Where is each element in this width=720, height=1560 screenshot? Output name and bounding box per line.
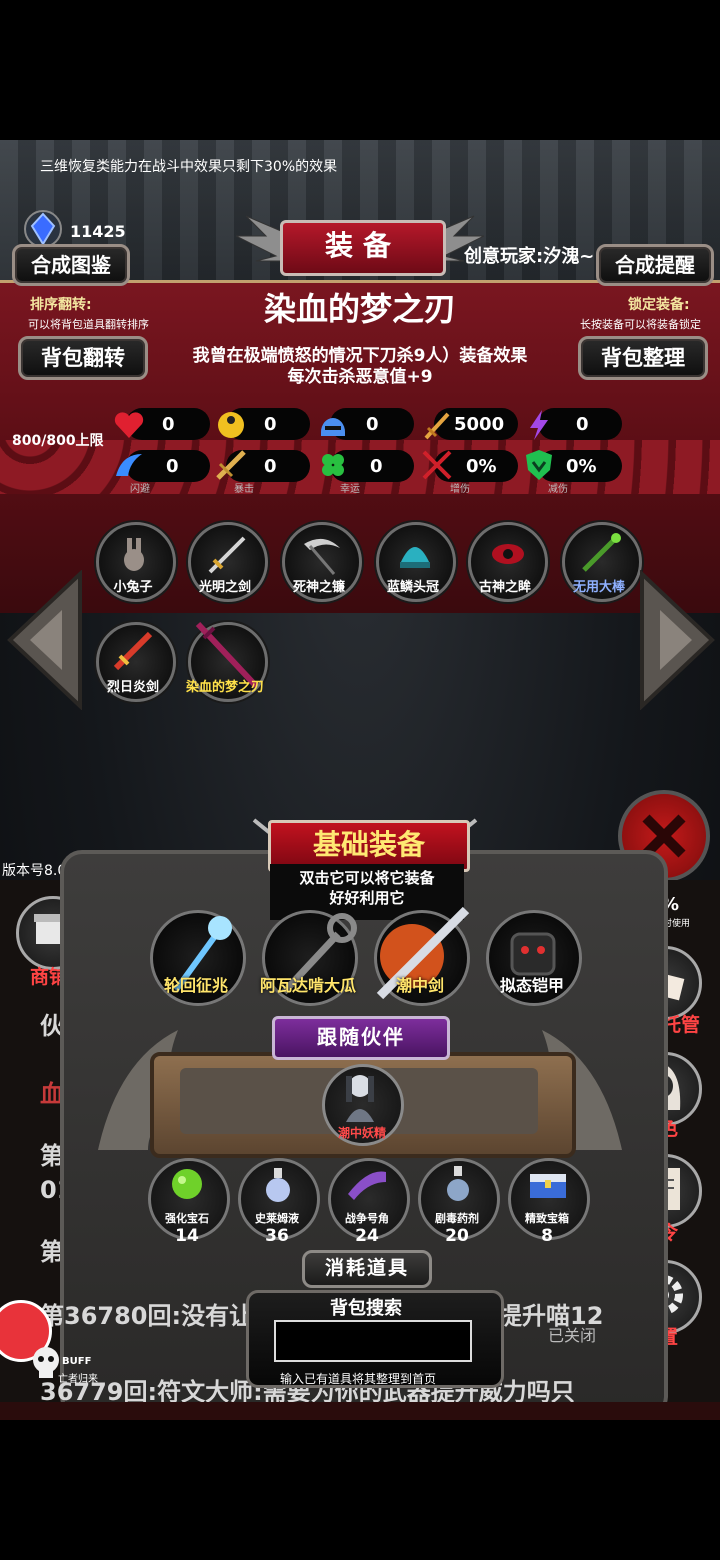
bag-organize-button[interactable]: 背包整理: [578, 336, 708, 380]
inventory-item-label: 无用大棒: [572, 580, 625, 595]
base-equip-label: 阿瓦达啃大瓜: [259, 976, 356, 995]
inventory-item-label: 古神之眸: [478, 580, 531, 595]
log-line-c: 第36780回:没有让你: [40, 1302, 278, 1330]
fairy-avatar-icon: [346, 1075, 374, 1122]
consumable-name: 战争号角: [345, 1212, 389, 1225]
dodge-icon: [116, 454, 142, 476]
strength-icon: [218, 412, 244, 438]
bottom-border: [0, 1402, 720, 1420]
buff-sub: 亡者归来: [58, 1374, 98, 1385]
blue-crystal-icon: [24, 210, 62, 248]
stat-caption-dodge: 闪避: [130, 484, 150, 495]
buff-label: BUFF: [62, 1356, 92, 1367]
consumable-count: 14: [175, 1226, 199, 1246]
inventory-item-label: 蓝鳞头冠: [386, 580, 439, 595]
description-line-1: 我曾在极端愤怒的情况下刀杀9人）装备效果: [192, 346, 528, 366]
inventory-item-label: 光明之剑: [198, 580, 251, 595]
stat-dmgup-value: 0%: [466, 456, 497, 477]
green-staff-icon: [582, 533, 621, 572]
sun-sword-icon: [113, 631, 153, 671]
currency-value: 11425: [70, 222, 126, 241]
stat-def-value: 0: [366, 414, 379, 435]
creator-credit: 创意玩家:汐溾~: [464, 246, 595, 267]
inventory-item-label: 染血的梦之刃: [185, 680, 264, 695]
inventory-item-label: 烈日炎剑: [106, 680, 159, 695]
scythe-icon: [304, 538, 340, 575]
poison-bottle-icon: [447, 1166, 469, 1201]
log-closed: 已关闭: [548, 1326, 597, 1345]
stat-crit-value: 0: [264, 456, 277, 477]
shield-icon: [526, 450, 552, 480]
stat-hp-value: 0: [162, 414, 175, 435]
stat-caption-luck: 幸运: [340, 484, 360, 495]
description-line-2: 每次击杀恶意值+9: [287, 367, 433, 387]
stat-luck-value: 0: [370, 456, 383, 477]
bag-flip-button[interactable]: 背包翻转: [18, 336, 148, 380]
craft-reminder-button[interactable]: 合成提醒: [596, 244, 714, 286]
consumable-name: 史莱姆液: [255, 1212, 299, 1225]
gem-icon: [172, 1169, 202, 1199]
consumable-count: 8: [541, 1226, 553, 1246]
partner-name: 潮中妖精: [337, 1126, 386, 1140]
sword-power-icon: [424, 412, 450, 440]
stat-spd-value: 0: [576, 414, 589, 435]
slime-potion-icon: [266, 1168, 290, 1202]
stat-caption-dmgdown: 减伤: [548, 484, 568, 495]
clover-icon: [322, 454, 344, 476]
sort-flip-title: 排序翻转:: [30, 297, 92, 313]
item-description: 我曾在极端愤怒的情况下刀杀9人）装备效果 每次击杀恶意值+9: [160, 346, 560, 388]
base-equip-label: 拟态铠甲: [499, 976, 564, 995]
consumable-count: 20: [445, 1226, 469, 1246]
inventory-item-label: 死神之镰: [292, 580, 345, 595]
base-equip-label: 潮中剑: [395, 976, 444, 995]
bag-search-input[interactable]: [274, 1320, 472, 1362]
stat-caption-dmgup: 增伤: [450, 484, 470, 495]
next-page-arrow[interactable]: [636, 570, 716, 710]
consumable-name: 剧毒药剂: [435, 1212, 479, 1225]
consumable-count: 36: [265, 1226, 289, 1246]
partner-title: 跟随伙伴: [272, 1016, 450, 1060]
base-equip-label: 轮回征兆: [163, 976, 228, 995]
treasure-chest-icon: [530, 1174, 566, 1198]
bag-search-title: 背包搜索: [330, 1298, 402, 1319]
damage-up-icon: [422, 450, 452, 480]
heart-icon: [114, 412, 144, 438]
inventory-item-label: 小兔子: [113, 580, 153, 595]
war-horn-icon: [348, 1171, 386, 1200]
crit-icon: [216, 450, 246, 480]
light-sword-icon: [208, 536, 246, 574]
stat-dmgdown-value: 0%: [566, 456, 597, 477]
previous-page-arrow[interactable]: [6, 570, 86, 710]
stat-dodge-value: 0: [166, 456, 179, 477]
blue-crown-icon: [400, 547, 430, 568]
page-title: 装备: [280, 220, 446, 276]
bag-search-hint: 输入已有道具将其整理到首页: [280, 1372, 437, 1386]
stat-str-value: 0: [264, 414, 277, 435]
consumable-name: 精致宝箱: [525, 1212, 569, 1225]
consumables-title: 消耗道具: [302, 1250, 432, 1288]
lock-equip-hint: 长按装备可以将装备锁定: [580, 318, 701, 331]
rabbit-icon: [124, 538, 144, 571]
base-sub-line-1: 双击它可以将它装备: [299, 869, 435, 887]
ancient-eye-icon: [492, 544, 524, 564]
helmet-icon: [321, 418, 345, 436]
stat-caption-crit: 暴击: [234, 484, 254, 495]
sort-flip-hint: 可以将背包道具翻转排序: [28, 318, 149, 331]
game-screen: 三维恢复类能力在战斗中效果只剩下30%的效果 11425 装备 合成图鉴 合成提…: [0, 140, 720, 1420]
craft-guide-button[interactable]: 合成图鉴: [12, 244, 130, 286]
hp-limit: 800/800上限: [12, 433, 104, 449]
lock-equip-title: 锁定装备:: [628, 297, 690, 313]
lightning-icon: [530, 410, 548, 440]
consumable-count: 24: [355, 1226, 379, 1246]
top-tip: 三维恢复类能力在战斗中效果只剩下30%的效果: [40, 159, 338, 175]
stat-atk-value: 5000: [454, 414, 505, 435]
consumable-name: 强化宝石: [165, 1212, 209, 1225]
